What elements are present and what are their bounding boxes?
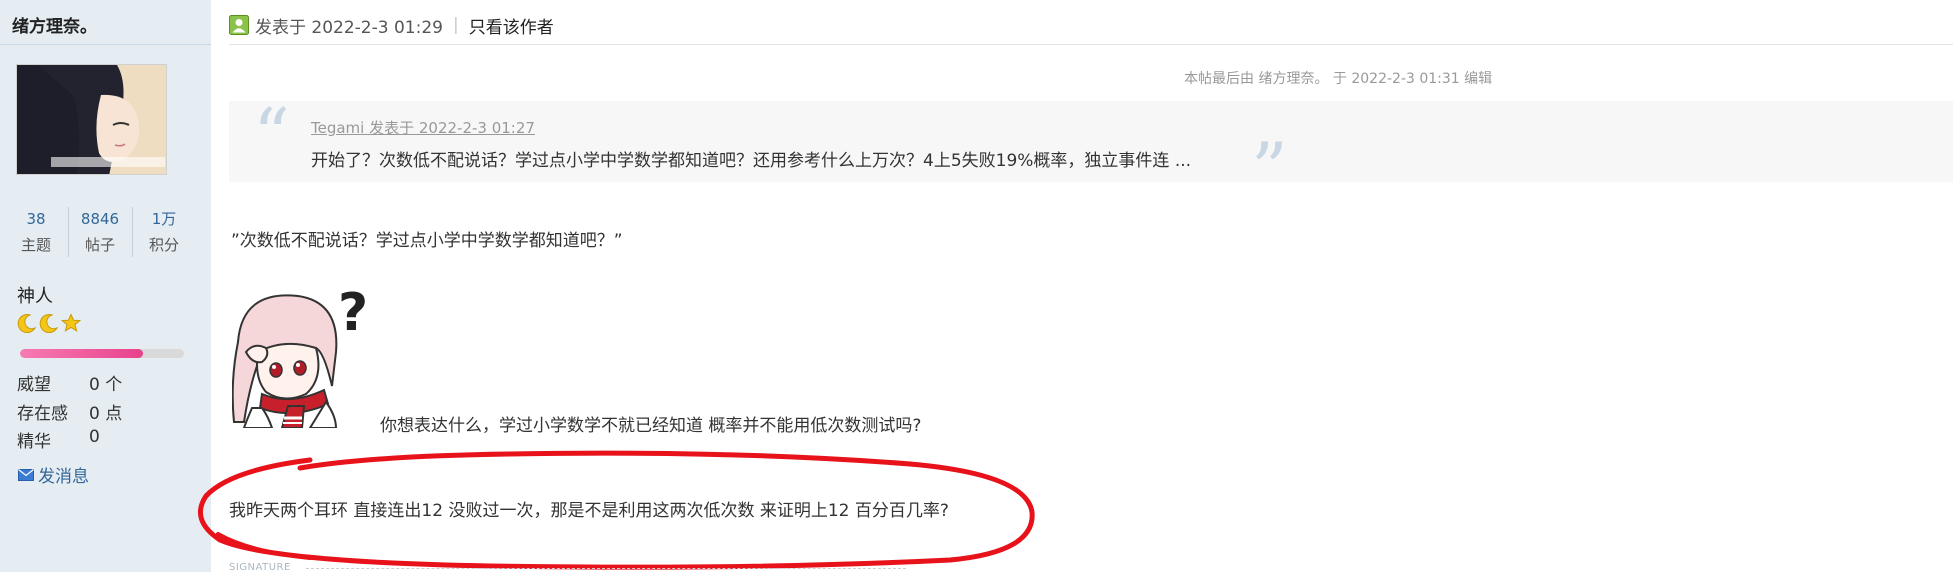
highlighted-question: 我昨天两个耳环 直接连出12 没败过一次，那是不是利用这两次低次数 来证明上12… [229, 501, 949, 521]
author-username[interactable]: 绪方理奈。 [12, 12, 97, 37]
sticker-caption: 你想表达什么，学过小学数学不就已经知道 概率并不能用低次数测试吗? [380, 416, 922, 436]
rank-progress-bar [20, 349, 184, 358]
quote-text: 开始了？次数低不配说话？学过点小学中学数学都知道吧？还用参考什么上万次？4上5失… [311, 151, 1192, 171]
stat-credits-label: 积分 [148, 236, 179, 254]
send-message-link[interactable]: 发消息 [18, 462, 89, 487]
stat-topics[interactable]: 38 主题 [4, 207, 68, 261]
confused-girl-sticker: ? [232, 283, 368, 428]
sidebar-divider [0, 44, 211, 45]
author-sidebar: 绪方理奈。 38 主题 8846 帖子 1万 积分 神人 威望 0 个 存在感 … [0, 0, 211, 572]
svg-text:?: ? [338, 283, 368, 343]
close-quote-icon: ” [1251, 127, 1288, 211]
attr-digest-label: 精华 [17, 432, 51, 452]
envelope-icon [18, 468, 34, 481]
attr-digest-value: 0 [89, 427, 100, 447]
only-author-link[interactable]: 只看该作者 [469, 13, 554, 38]
header-separator: | [452, 15, 459, 35]
stat-topics-label: 主题 [20, 236, 51, 254]
online-user-icon [229, 15, 249, 35]
rank-icons [17, 313, 81, 335]
stat-posts-label: 帖子 [84, 236, 115, 254]
edit-note: 本帖最后由 绪方理奈。 于 2022-2-3 01:31 编辑 [1184, 71, 1493, 87]
user-stats: 38 主题 8846 帖子 1万 积分 [0, 207, 211, 261]
post-header: 发表于 2022-2-3 01:29 | 只看该作者 [229, 12, 554, 38]
attr-prestige-label: 威望 [17, 375, 51, 395]
stat-topics-value: 38 [26, 210, 46, 228]
attr-presence-value: 0 点 [89, 404, 123, 424]
open-quote-icon: “ [253, 93, 290, 177]
attr-presence: 存在感 0 点 [17, 399, 122, 424]
stat-posts[interactable]: 8846 帖子 [68, 207, 132, 261]
stat-credits-value: 1万 [151, 210, 177, 228]
post-body-line: ”次数低不配说话？学过点小学中学数学都知道吧？” [231, 231, 623, 251]
attr-prestige-value: 0 个 [89, 375, 123, 395]
send-message-label: 发消息 [38, 467, 89, 487]
avatar[interactable] [16, 64, 167, 175]
avatar-illustration [17, 65, 166, 174]
star-icon [61, 313, 81, 332]
signature-divider [306, 568, 906, 569]
moon-icon [39, 314, 59, 333]
attr-prestige: 威望 0 个 [17, 370, 122, 395]
moon-icon [17, 314, 37, 333]
attr-digest: 精华 0 [17, 427, 100, 452]
rank-title[interactable]: 神人 [17, 282, 53, 308]
quote-author-link[interactable]: Tegami 发表于 2022-2-3 01:27 [311, 117, 535, 138]
attr-presence-label: 存在感 [17, 404, 68, 424]
header-divider [229, 44, 1953, 45]
quote-block: “ Tegami 发表于 2022-2-3 01:27 开始了？次数低不配说话？… [229, 93, 1953, 205]
rank-progress-fill [20, 349, 143, 358]
stat-credits[interactable]: 1万 积分 [132, 207, 196, 261]
signature-label: SIGNATURE [229, 562, 291, 573]
stat-posts-value: 8846 [80, 210, 120, 228]
post-timestamp: 发表于 2022-2-3 01:29 [255, 17, 443, 38]
